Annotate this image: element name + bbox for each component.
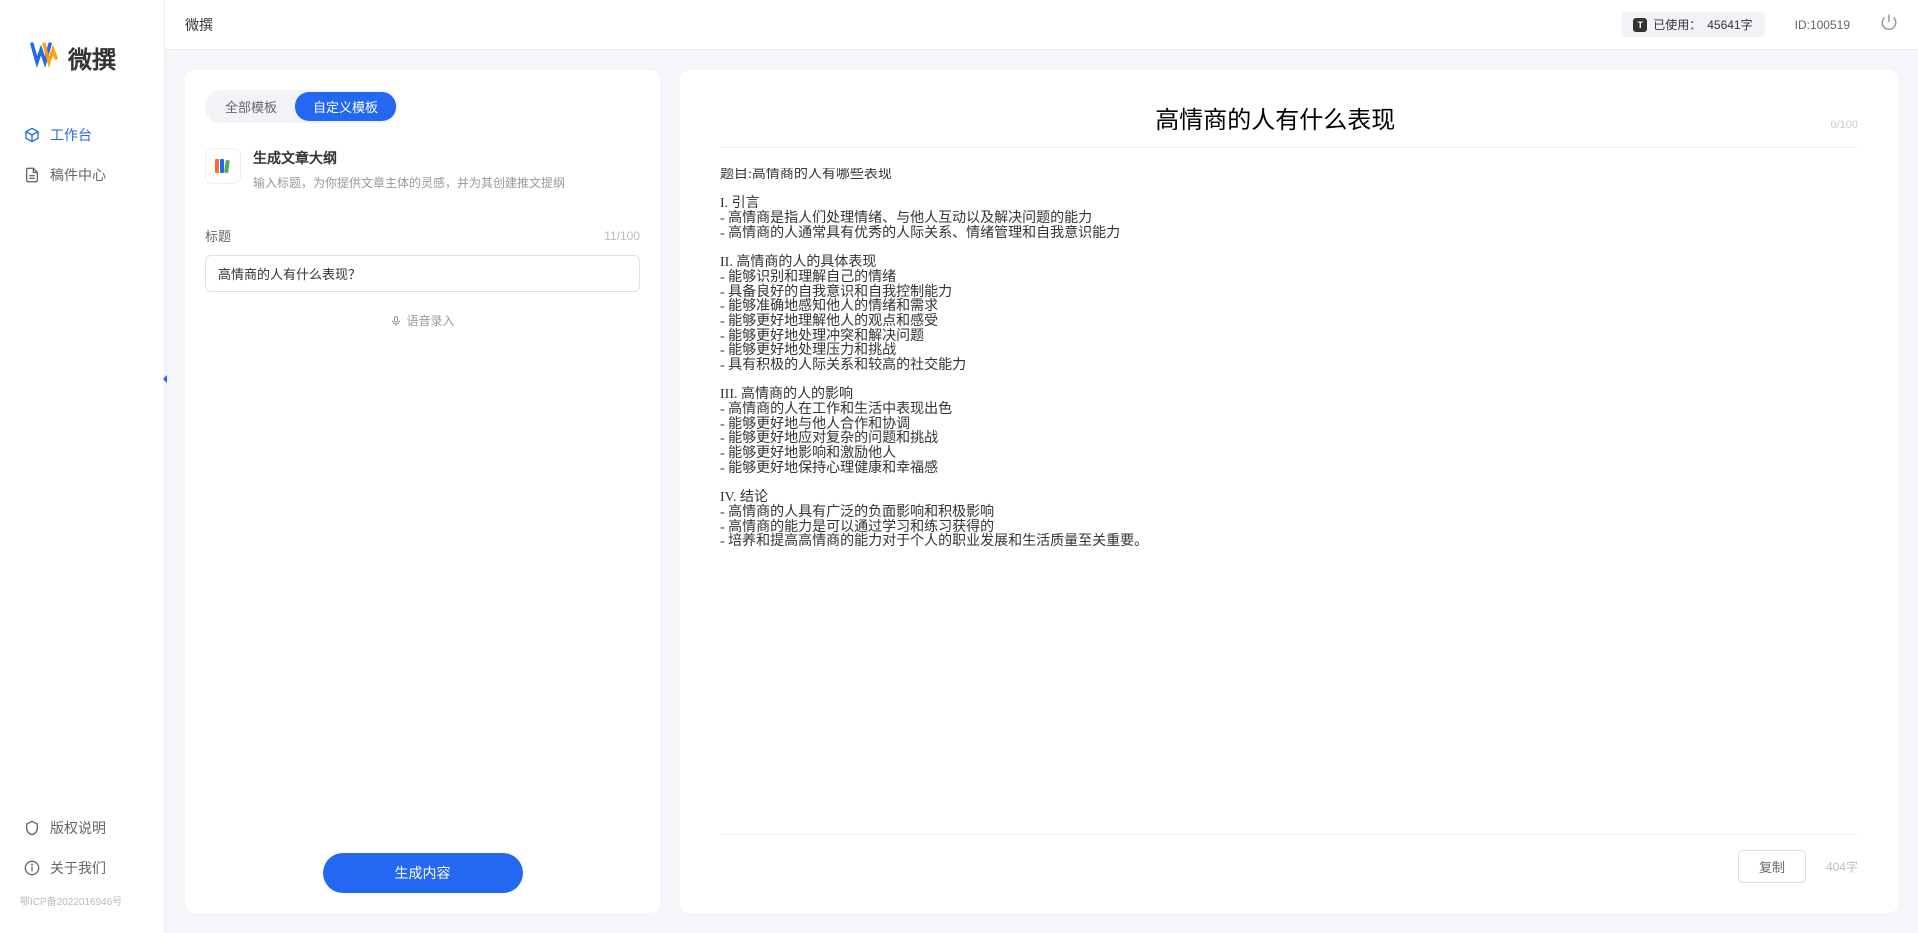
- document-icon: [24, 167, 40, 183]
- sidebar-item-label: 稿件中心: [50, 165, 106, 185]
- tab-all-templates[interactable]: 全部模板: [207, 92, 295, 121]
- form-section: 标题 11/100 语音录入: [205, 226, 640, 329]
- header-right: T 已使用： 45641字 ID:100519: [1621, 12, 1898, 37]
- template-title: 生成文章大纲: [253, 148, 640, 168]
- books-icon: [213, 156, 233, 176]
- usage-label: 已使用：: [1653, 16, 1701, 33]
- footer-item-about[interactable]: 关于我们: [0, 848, 164, 888]
- form-label-row: 标题 11/100: [205, 226, 640, 245]
- logo-text: 微撰: [68, 40, 116, 75]
- template-info: 生成文章大纲 输入标题，为你提供文章主体的灵感，并为其创建推文提纲: [253, 148, 640, 191]
- power-button[interactable]: [1880, 13, 1898, 36]
- logo-icon: [30, 40, 58, 75]
- left-panel: 全部模板 自定义模板 生成文章大纲 输入标题，为你提供文章主体的灵感，并为其创建…: [185, 70, 660, 913]
- logo[interactable]: 微撰: [0, 0, 164, 115]
- nav-items: 工作台 稿件中心: [0, 115, 164, 808]
- sidebar: 微撰 工作台 稿件中心 版权说明: [0, 0, 165, 933]
- spacer: [205, 329, 640, 853]
- sidebar-item-label: 工作台: [50, 125, 92, 145]
- footer-item-copyright[interactable]: 版权说明: [0, 808, 164, 848]
- cube-icon: [24, 127, 40, 143]
- output-title: 高情商的人有什么表现: [720, 100, 1830, 135]
- power-icon: [1880, 13, 1898, 31]
- output-content[interactable]: 题目:高情商的人有哪些表现 I. 引言 - 高情商是指人们处理情绪、与他人互动以…: [720, 168, 1858, 834]
- voice-input-label: 语音录入: [406, 312, 454, 329]
- main-container: 全部模板 自定义模板 生成文章大纲 输入标题，为你提供文章主体的灵感，并为其创建…: [165, 50, 1918, 933]
- right-panel: 高情商的人有什么表现 0/100 题目:高情商的人有哪些表现 I. 引言 - 高…: [680, 70, 1898, 913]
- usage-badge[interactable]: T 已使用： 45641字: [1621, 12, 1764, 37]
- text-icon: T: [1633, 18, 1647, 32]
- sidebar-footer: 版权说明 关于我们 鄂ICP备2022016946号: [0, 808, 164, 933]
- title-input[interactable]: [205, 255, 640, 292]
- voice-input-button[interactable]: 语音录入: [205, 312, 640, 329]
- info-icon: [24, 860, 40, 876]
- sidebar-item-drafts[interactable]: 稿件中心: [0, 155, 164, 195]
- generate-button[interactable]: 生成内容: [323, 853, 523, 893]
- template-tabs: 全部模板 自定义模板: [205, 90, 398, 123]
- footer-item-label: 关于我们: [50, 858, 106, 878]
- user-id: ID:100519: [1795, 18, 1850, 32]
- title-char-count: 11/100: [604, 229, 640, 243]
- output-word-count: 404字: [1826, 858, 1858, 875]
- output-header: 高情商的人有什么表现 0/100: [720, 100, 1858, 148]
- template-icon: [205, 148, 241, 184]
- template-card: 生成文章大纲 输入标题，为你提供文章主体的灵感，并为其创建推文提纲: [205, 143, 640, 211]
- top-header: 微撰 T 已使用： 45641字 ID:100519: [165, 0, 1918, 50]
- shield-icon: [24, 820, 40, 836]
- usage-value: 45641字: [1707, 16, 1752, 33]
- footer-item-label: 版权说明: [50, 818, 106, 838]
- icp-text: 鄂ICP备2022016946号: [0, 888, 164, 913]
- page-title: 微撰: [185, 15, 213, 35]
- sidebar-item-workspace[interactable]: 工作台: [0, 115, 164, 155]
- tab-custom-templates[interactable]: 自定义模板: [295, 92, 396, 121]
- title-label: 标题: [205, 226, 231, 245]
- mic-icon: [390, 315, 402, 327]
- output-header-count: 0/100: [1830, 119, 1858, 131]
- template-desc: 输入标题，为你提供文章主体的灵感，并为其创建推文提纲: [253, 174, 640, 191]
- output-footer: 复制 404字: [720, 834, 1858, 883]
- copy-button[interactable]: 复制: [1738, 850, 1806, 883]
